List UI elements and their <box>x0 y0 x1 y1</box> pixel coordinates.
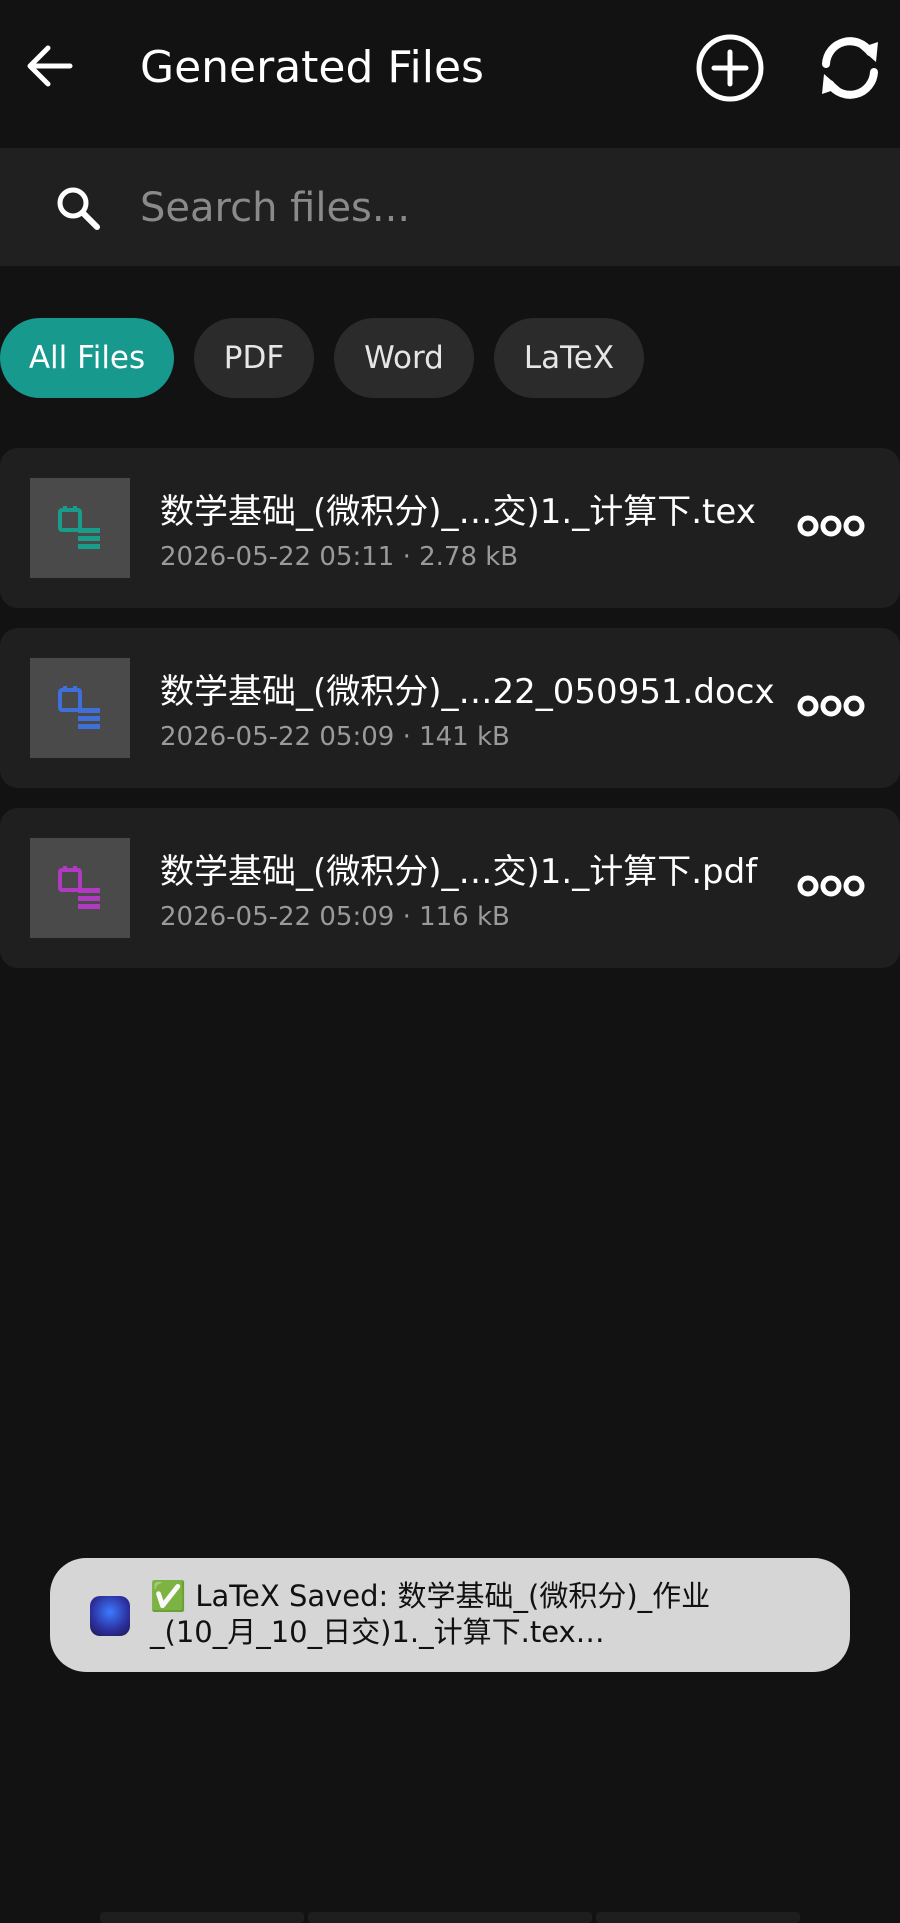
file-name: 数学基础_(微积分)_…交)1._计算下.pdf <box>160 852 758 892</box>
filter-chip-pdf[interactable]: PDF <box>194 318 314 398</box>
filter-chip-word[interactable]: Word <box>334 318 474 398</box>
meta-separator: · <box>402 722 411 752</box>
app-bar: Generated Files <box>0 0 900 146</box>
file-item-tex[interactable]: 数学基础_(微积分)_…交)1._计算下.tex 2026-05-22 05:1… <box>0 448 900 608</box>
filter-chip-all-files[interactable]: All Files <box>0 318 174 398</box>
file-name: 数学基础_(微积分)_…交)1._计算下.tex <box>160 492 756 532</box>
more-options-button[interactable] <box>796 506 866 546</box>
nav-gesture-pill <box>100 1912 304 1923</box>
nav-gesture-pill <box>596 1912 800 1923</box>
file-pdf-icon <box>58 866 100 909</box>
add-file-button[interactable] <box>694 32 766 104</box>
toast-message: ✅ LaTeX Saved: 数学基础_(微积分)_作业 _(10_月_10_日… <box>150 1579 711 1649</box>
toast-notification: ✅ LaTeX Saved: 数学基础_(微积分)_作业 _(10_月_10_日… <box>50 1558 850 1672</box>
file-meta: 2026-05-22 05:11 · 2.78 kB <box>160 542 518 572</box>
file-date: 2026-05-22 05:11 <box>160 542 395 572</box>
search-icon <box>54 184 102 232</box>
app-icon <box>90 1596 130 1636</box>
file-date: 2026-05-22 05:09 <box>160 902 395 932</box>
file-meta: 2026-05-22 05:09 · 141 kB <box>160 722 510 752</box>
file-tex-icon <box>58 506 100 549</box>
search-input[interactable] <box>140 178 860 238</box>
more-options-icon <box>797 875 865 897</box>
arrow-left-icon <box>27 45 73 87</box>
refresh-button[interactable] <box>812 32 888 104</box>
file-size: 2.78 kB <box>419 542 519 572</box>
file-meta: 2026-05-22 05:09 · 116 kB <box>160 902 510 932</box>
file-date: 2026-05-22 05:09 <box>160 722 395 752</box>
back-button[interactable] <box>22 38 78 94</box>
meta-separator: · <box>402 542 411 572</box>
more-options-icon <box>797 695 865 717</box>
file-thumbnail <box>30 478 130 578</box>
meta-separator: · <box>402 902 411 932</box>
more-options-icon <box>797 515 865 537</box>
file-item-pdf[interactable]: 数学基础_(微积分)_…交)1._计算下.pdf 2026-05-22 05:0… <box>0 808 900 968</box>
file-item-docx[interactable]: 数学基础_(微积分)_…22_050951.docx 2026-05-22 05… <box>0 628 900 788</box>
file-name: 数学基础_(微积分)_…22_050951.docx <box>160 672 775 712</box>
file-thumbnail <box>30 658 130 758</box>
file-size: 141 kB <box>419 722 510 752</box>
file-size: 116 kB <box>419 902 510 932</box>
file-thumbnail <box>30 838 130 938</box>
filter-chip-latex[interactable]: LaTeX <box>494 318 644 398</box>
more-options-button[interactable] <box>796 866 866 906</box>
page-title: Generated Files <box>140 42 484 93</box>
file-word-icon <box>58 686 100 729</box>
plus-circle-icon <box>696 34 764 102</box>
refresh-icon <box>822 37 878 99</box>
nav-gesture-pill <box>308 1912 592 1923</box>
more-options-button[interactable] <box>796 686 866 726</box>
